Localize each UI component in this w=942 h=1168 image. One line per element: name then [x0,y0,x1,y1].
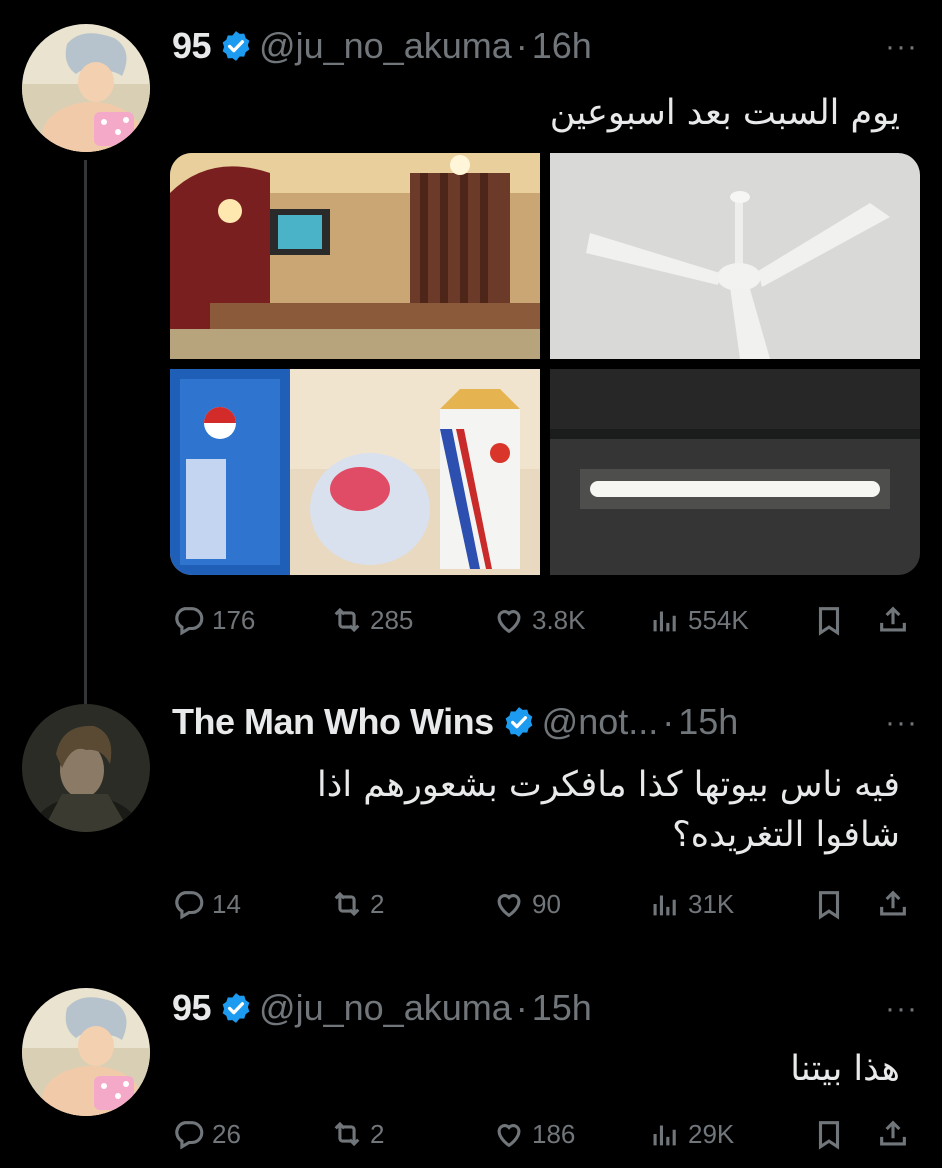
like-icon [497,610,521,634]
like-button[interactable]: 186 [492,1114,575,1154]
views-icon [653,1125,676,1146]
share-icon [880,1120,906,1146]
tweet-text: يوم السبت بعد اسبوعين [550,88,900,138]
bookmark-icon [818,891,840,920]
views-icon [653,895,676,916]
tweet-text: هذا بيتنا [790,1044,900,1094]
retweet-icon [334,891,360,917]
reply-button[interactable]: 176 [172,600,255,640]
reply-count: 26 [212,1118,241,1149]
reply-icon [175,1121,204,1150]
fluorescent-light-photo[interactable] [550,369,920,575]
thread-line [84,160,87,705]
views-button[interactable]: 31K [648,884,734,924]
more-icon[interactable]: ··· [885,706,918,740]
share-button[interactable] [876,1114,916,1154]
retweet-button[interactable]: 2 [330,884,384,924]
reply-count: 14 [212,888,241,919]
like-icon [497,1124,521,1148]
reply-icon [175,607,204,636]
action-bar: 14 2 90 31K [172,884,920,924]
avatar[interactable] [22,704,150,832]
separator: · [515,987,528,1028]
verified-icon [222,993,250,1023]
action-bar: 176 285 3.8K 554K [172,600,920,640]
bookmark-icon [818,1121,840,1150]
handle[interactable]: @ju_no_akuma [259,25,512,67]
tweet-header: The Man Who Wins @not... · 15h [172,700,738,744]
tweet-header: 95 @ju_no_akuma · 15h [172,986,592,1030]
verified-icon [222,31,250,61]
retweet-count: 2 [370,1118,385,1149]
retweet-button[interactable]: 285 [330,600,413,640]
reply-count: 176 [212,604,256,635]
bookmark-button[interactable] [812,600,852,640]
tweet-text-line: شافوا التغريده؟ [672,815,900,855]
tweet-text-line: يوم السبت بعد اسبوعين [549,93,900,133]
tweet-header: 95 @ju_no_akuma · 16h [172,24,592,68]
tweet-text: فيه ناس بيوتها كذا مافكرت بشعورهم اذا شا… [317,760,900,860]
tweet-text-line: هذا بيتنا [790,1049,900,1089]
share-button[interactable] [876,884,916,924]
reply-button[interactable]: 14 [172,884,241,924]
pepsi-fries-meal-photo[interactable] [170,369,540,575]
room-photo[interactable] [170,153,540,359]
retweet-icon [334,607,360,633]
like-button[interactable]: 3.8K [492,600,586,640]
more-icon[interactable]: ··· [885,992,918,1026]
more-icon[interactable]: ··· [885,30,918,64]
views-icon [653,611,676,632]
views-button[interactable]: 29K [648,1114,734,1154]
verified-icon [505,707,532,737]
retweet-count: 285 [370,604,414,635]
like-icon [497,894,521,918]
separator: · [515,25,528,66]
retweet-icon [334,1121,360,1147]
display-name[interactable]: The Man Who Wins [172,701,494,743]
reply-button[interactable]: 26 [172,1114,241,1154]
like-count: 186 [532,1118,576,1149]
action-bar: 26 2 186 29K [172,1114,920,1154]
views-button[interactable]: 554K [648,600,749,640]
ceiling-fan-photo[interactable] [550,153,920,359]
views-count: 31K [688,888,735,919]
views-count: 29K [688,1118,735,1149]
share-button[interactable] [876,600,916,640]
bookmark-button[interactable] [812,884,852,924]
like-button[interactable]: 90 [492,884,561,924]
bookmark-icon [818,607,840,636]
timestamp[interactable]: 15h [678,701,738,743]
avatar[interactable] [22,24,150,152]
share-icon [880,606,906,632]
display-name[interactable]: 95 [172,25,212,67]
timestamp[interactable]: 15h [532,987,592,1029]
retweet-count: 2 [370,888,385,919]
like-count: 3.8K [532,604,586,635]
retweet-button[interactable]: 2 [330,1114,384,1154]
separator: · [662,701,675,742]
like-count: 90 [532,888,561,919]
reply-icon [175,891,204,920]
display-name[interactable]: 95 [172,987,212,1029]
bookmark-button[interactable] [812,1114,852,1154]
handle[interactable]: @not... [542,701,659,743]
handle[interactable]: @ju_no_akuma [259,987,512,1029]
media-grid [170,153,920,575]
avatar[interactable] [22,988,150,1116]
views-count: 554K [688,604,749,635]
timestamp[interactable]: 16h [532,25,592,67]
share-icon [880,890,906,916]
tweet-text-line: فيه ناس بيوتها كذا مافكرت بشعورهم اذا [317,765,900,805]
